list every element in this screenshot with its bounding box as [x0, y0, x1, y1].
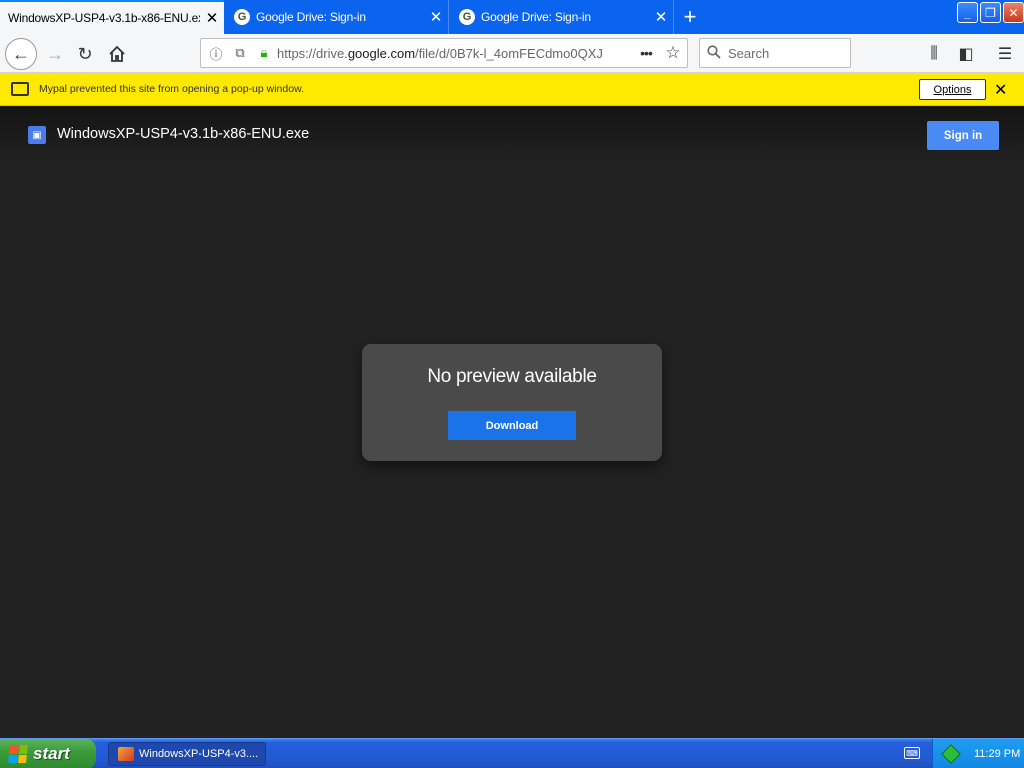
search-icon — [700, 44, 728, 62]
hamburger-menu-icon: ☰ — [997, 46, 1013, 63]
popup-blocked-notification: Mypal prevented this site from opening a… — [0, 73, 1024, 106]
forward-button[interactable]: → — [40, 39, 70, 69]
library-button[interactable]: ⫼ — [919, 39, 949, 69]
tab-title: Google Drive: Sign-in — [256, 10, 366, 24]
viewer-header: ▣ WindowsXP-USP4-v3.1b-x86-ENU.exe Sign … — [0, 107, 1024, 167]
system-tray: 11:29 PM — [932, 739, 1024, 768]
arrow-right-icon: → — [46, 43, 64, 64]
tab-google-drive-signin-1[interactable]: G Google Drive: Sign-in ✕ — [224, 0, 449, 34]
popup-blocked-icon — [11, 82, 29, 96]
lock-icon[interactable]: 🔒︎ — [255, 44, 273, 62]
menu-button[interactable]: ☰ — [990, 39, 1020, 69]
windows-logo-icon — [8, 745, 28, 763]
tab-close-icon[interactable]: ✕ — [200, 9, 224, 27]
new-tab-button[interactable]: + — [674, 0, 706, 34]
google-icon: G — [459, 9, 475, 25]
taskbar: start WindowsXP-USP4-v3.... ⌨ 11:29 PM — [0, 738, 1024, 768]
file-name: WindowsXP-USP4-v3.1b-x86-ENU.exe — [57, 126, 310, 142]
tab-title: Google Drive: Sign-in — [481, 10, 591, 24]
tab-strip: WindowsXP-USP4-v3.1b-x86-ENU.exe ✕ G Goo… — [0, 0, 1024, 34]
url-text[interactable]: https://drive.google.com/file/d/0B7k-l_4… — [277, 46, 633, 61]
home-button[interactable] — [102, 39, 132, 69]
google-icon: G — [234, 9, 250, 25]
navigation-toolbar: ← → ↻ ⓘ ⧉ 🔒︎ https://drive.google.com/fi… — [0, 34, 1024, 73]
tab-windowsxp-file[interactable]: WindowsXP-USP4-v3.1b-x86-ENU.exe ✕ — [0, 0, 224, 34]
tab-close-icon[interactable]: ✕ — [424, 8, 448, 26]
no-preview-card: No preview available Download — [362, 344, 662, 461]
close-notification-icon[interactable]: ✕ — [994, 80, 1007, 100]
url-bar[interactable]: ⓘ ⧉ 🔒︎ https://drive.google.com/file/d/0… — [200, 38, 688, 68]
tab-close-icon[interactable]: ✕ — [649, 8, 673, 26]
sidebar-button[interactable]: ◧ — [951, 39, 981, 69]
start-button[interactable]: start — [0, 739, 96, 768]
network-icon[interactable] — [941, 744, 961, 764]
restore-button[interactable]: ❐ — [980, 2, 1001, 23]
keyboard-icon[interactable]: ⌨ — [904, 747, 920, 759]
reload-button[interactable]: ↻ — [70, 39, 100, 69]
clock[interactable]: 11:29 PM — [974, 748, 1020, 760]
drive-file-viewer: ▣ WindowsXP-USP4-v3.1b-x86-ENU.exe Sign … — [0, 107, 1024, 739]
tab-title: WindowsXP-USP4-v3.1b-x86-ENU.exe — [8, 11, 200, 25]
no-preview-title: No preview available — [427, 366, 597, 387]
tab-google-drive-signin-2[interactable]: G Google Drive: Sign-in ✕ — [449, 0, 674, 34]
info-icon[interactable]: ⓘ — [207, 44, 225, 62]
taskbar-window-button[interactable]: WindowsXP-USP4-v3.... — [108, 742, 266, 766]
minimize-button[interactable]: _ — [957, 2, 978, 23]
close-window-button[interactable]: ✕ — [1003, 2, 1024, 23]
page-actions-icon[interactable]: ••• — [633, 45, 659, 61]
library-icon: ⫼ — [930, 45, 938, 62]
notification-message: Mypal prevented this site from opening a… — [39, 83, 304, 95]
browser-app-icon — [118, 747, 134, 761]
home-icon — [109, 45, 125, 62]
sign-in-button[interactable]: Sign in — [927, 121, 999, 150]
window-controls: _ ❐ ✕ — [957, 2, 1024, 23]
start-label: start — [33, 744, 70, 763]
options-button[interactable]: Options — [919, 79, 986, 100]
search-placeholder: Search — [728, 45, 770, 61]
taskbar-window-title: WindowsXP-USP4-v3.... — [139, 748, 259, 760]
search-bar[interactable]: Search — [699, 38, 851, 68]
back-button[interactable]: ← — [5, 38, 37, 70]
executable-file-icon: ▣ — [28, 126, 46, 144]
bookmark-star-icon[interactable]: ☆ — [659, 43, 687, 63]
sidebar-icon: ◧ — [958, 46, 974, 63]
popup-blocked-icon[interactable]: ⧉ — [231, 44, 249, 62]
reload-icon: ↻ — [77, 43, 93, 64]
download-button[interactable]: Download — [448, 411, 576, 440]
arrow-left-icon: ← — [12, 43, 30, 64]
